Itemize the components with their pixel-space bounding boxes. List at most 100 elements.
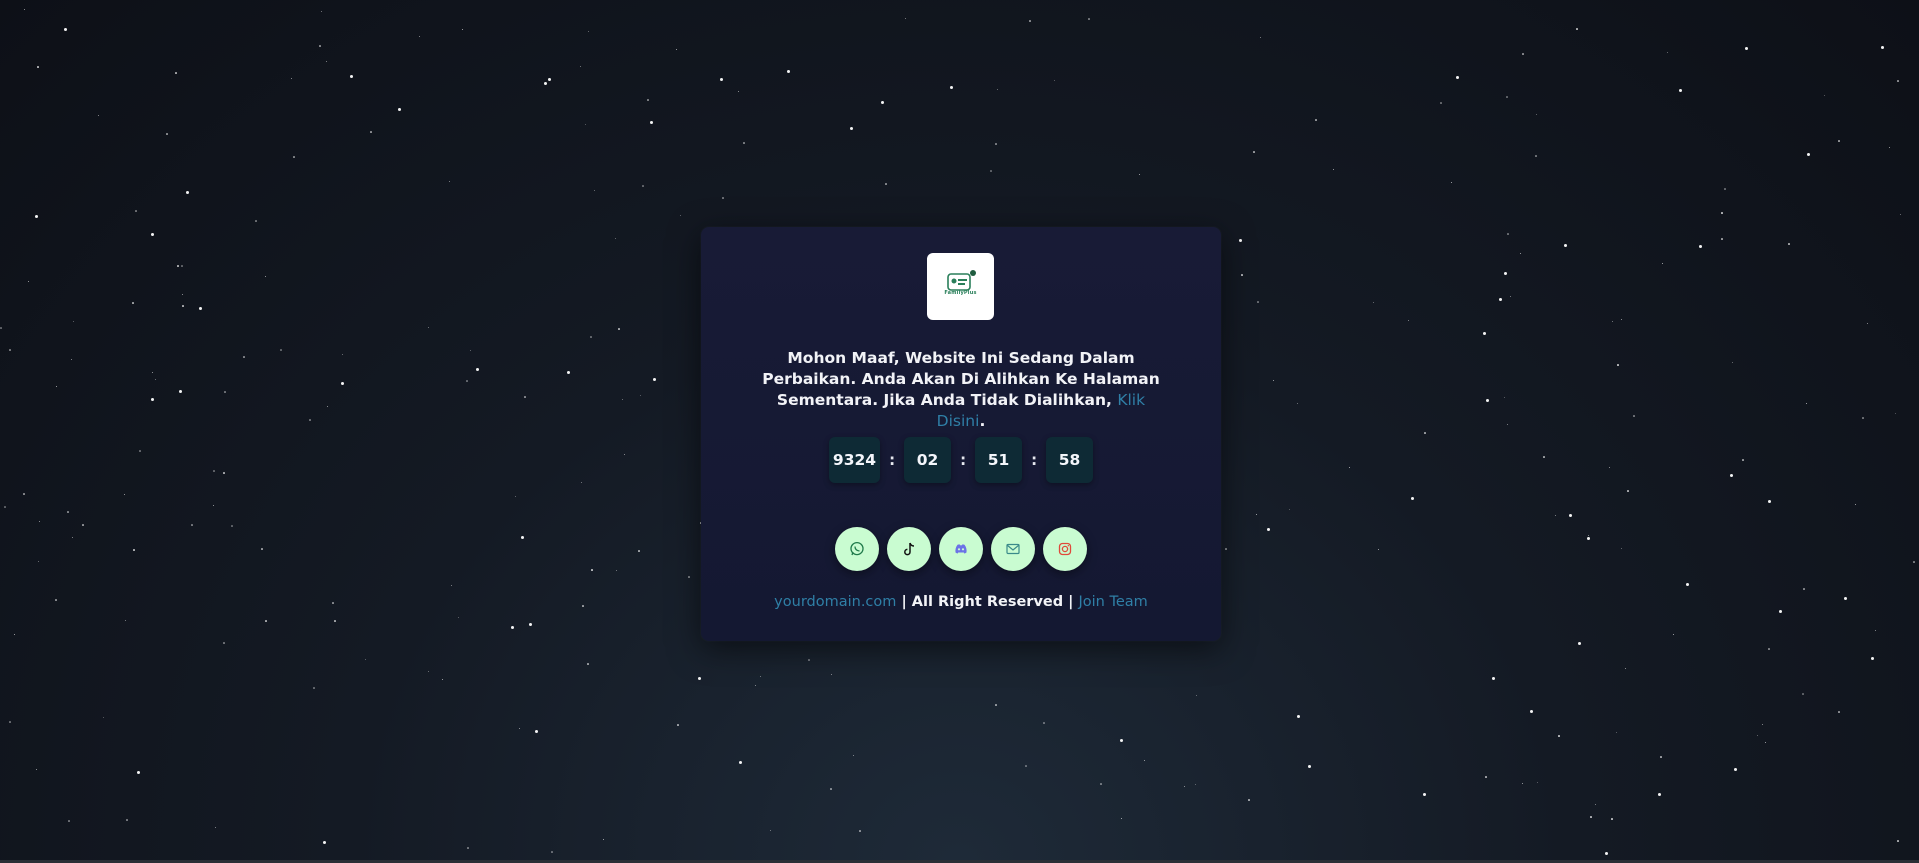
star [588, 31, 589, 32]
star [1779, 610, 1782, 613]
star [1043, 722, 1045, 724]
star [231, 525, 233, 527]
star [23, 493, 25, 495]
join-team-link[interactable]: Join Team [1079, 594, 1148, 610]
star [1679, 89, 1682, 92]
star [332, 602, 334, 604]
star [881, 101, 884, 104]
star [1587, 537, 1590, 540]
star [199, 307, 202, 310]
star [265, 276, 266, 277]
star [650, 121, 653, 124]
star [265, 620, 267, 622]
star [223, 642, 225, 644]
star [1225, 548, 1227, 550]
star [466, 380, 468, 382]
star [548, 78, 551, 81]
star [580, 66, 581, 67]
star [36, 769, 37, 770]
star [319, 45, 321, 47]
star [995, 704, 997, 706]
star [830, 788, 832, 790]
star [535, 730, 538, 733]
star [688, 576, 690, 578]
star [449, 181, 450, 182]
star [1788, 243, 1790, 245]
star [467, 847, 469, 849]
star [71, 359, 72, 360]
star [182, 294, 183, 295]
star [581, 482, 582, 483]
star [1824, 95, 1825, 96]
star [1897, 840, 1899, 842]
star [743, 142, 745, 144]
star [997, 89, 998, 90]
email-button[interactable] [991, 527, 1035, 571]
star [181, 265, 183, 267]
star [152, 372, 153, 373]
star [1621, 548, 1622, 549]
star [191, 524, 193, 526]
star [1260, 37, 1261, 38]
star [398, 108, 401, 111]
star [1590, 816, 1592, 818]
star [640, 395, 641, 396]
star [1100, 783, 1102, 785]
star [1768, 500, 1771, 503]
star [442, 679, 443, 680]
star [544, 82, 547, 85]
tiktok-button[interactable] [887, 527, 931, 571]
star [1297, 715, 1300, 718]
star [647, 99, 649, 101]
star [55, 599, 57, 601]
domain-link[interactable]: yourdomain.com [774, 594, 896, 610]
star [1768, 648, 1770, 650]
star [326, 61, 327, 62]
star [186, 191, 189, 194]
discord-button[interactable] [939, 527, 983, 571]
instagram-button[interactable] [1043, 527, 1087, 571]
star [9, 349, 11, 351]
star [73, 321, 74, 322]
maintenance-message: Mohon Maaf, Website Ini Sedang Dalam Per… [761, 348, 1161, 432]
star [1838, 711, 1840, 713]
star [350, 75, 353, 78]
star [995, 143, 997, 145]
star [166, 133, 168, 135]
star [1605, 852, 1608, 855]
star [1297, 403, 1298, 404]
star [1423, 793, 1426, 796]
star [1373, 302, 1374, 303]
star [1195, 784, 1196, 785]
star [680, 215, 681, 216]
star [1088, 18, 1090, 20]
star [1507, 424, 1508, 425]
star [1257, 301, 1259, 303]
star [1483, 332, 1486, 335]
whatsapp-button[interactable] [835, 527, 879, 571]
star [321, 11, 322, 12]
star [1499, 298, 1502, 301]
star [39, 521, 40, 522]
star [223, 472, 225, 474]
star [428, 671, 429, 672]
star [905, 18, 906, 19]
star [1734, 768, 1737, 771]
star [1029, 20, 1031, 22]
star [1745, 47, 1748, 50]
star [677, 724, 679, 726]
star [1721, 238, 1723, 240]
star [125, 620, 126, 621]
star [132, 302, 134, 304]
star [1504, 272, 1507, 275]
star [1530, 710, 1533, 713]
star [37, 66, 39, 68]
star [309, 419, 311, 421]
star [1621, 319, 1622, 320]
star [64, 28, 67, 31]
star [428, 327, 429, 328]
star [38, 561, 39, 562]
star [9, 721, 11, 723]
star [1660, 756, 1662, 758]
countdown-separator: : [960, 451, 967, 469]
